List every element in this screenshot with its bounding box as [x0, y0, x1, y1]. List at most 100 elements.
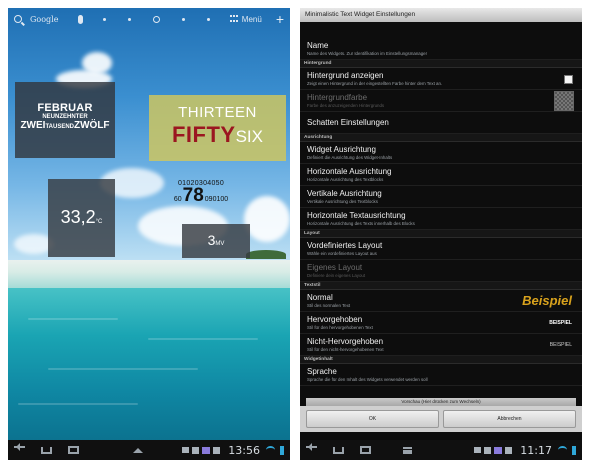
back-icon[interactable]	[306, 442, 317, 455]
system-navigation-bar: 11:17	[300, 440, 582, 460]
temperature-unit: °C	[95, 219, 103, 225]
pref-language[interactable]: Sprache Sprache die für den Inhalt des W…	[300, 364, 582, 386]
year-part: ZWEI	[20, 120, 46, 131]
pref-custom-layout[interactable]: Eigenes Layout Definiere dein eigenes La…	[300, 260, 582, 282]
pref-shadow-settings[interactable]: Schatten Einstellungen	[300, 112, 582, 134]
dialog-buttons: OK Abbrechen	[300, 406, 582, 432]
ok-button[interactable]: OK	[306, 410, 439, 428]
app-notification-icon	[202, 446, 211, 454]
seconds-widget[interactable]: 01020304050 60 78 090100	[156, 180, 246, 205]
system-navigation-bar: 13:56	[8, 440, 290, 460]
page-indicator	[103, 15, 211, 23]
temperature-value: 33,2	[60, 207, 96, 227]
mail-icon	[182, 447, 190, 453]
pref-summary: Definiere dein eigenes Layout	[307, 273, 366, 278]
pref-non-highlighted-style[interactable]: Nicht-Hervorgehoben Stil für den nicht-h…	[300, 334, 582, 356]
battery-icon	[572, 445, 576, 455]
notification-icon	[484, 446, 492, 454]
page-dot	[182, 17, 186, 21]
year-part: TAUSEND	[45, 124, 74, 130]
back-icon[interactable]	[14, 442, 25, 455]
recent-apps-icon[interactable]	[360, 446, 371, 454]
pref-title: Widget Ausrichtung	[307, 145, 376, 154]
pref-background-color[interactable]: Hintergrundfarbe Farbe des anzuzeigenden…	[300, 90, 582, 112]
minute-small: SIX	[235, 127, 263, 146]
pref-normal-style[interactable]: Normal Stil des normalen Text Beispiel	[300, 290, 582, 312]
pref-title: Horizontale Ausrichtung	[307, 167, 392, 176]
category-widget-content: Widgetinhalt	[300, 356, 582, 364]
pref-title: Vordefiniertes Layout	[307, 241, 383, 250]
island	[246, 250, 286, 259]
chevron-up-icon[interactable]	[133, 443, 143, 453]
cancel-button[interactable]: Abbrechen	[443, 410, 576, 428]
pref-title: Sprache	[307, 367, 337, 376]
clock: 13:56	[228, 443, 260, 457]
seconds-left: 60	[173, 196, 182, 203]
pref-widget-alignment[interactable]: Widget Ausrichtung Definiert die Ausrich…	[300, 142, 582, 164]
pref-summary: Zeigt einen Hintergrund in der eingestel…	[307, 81, 443, 86]
pref-title: Horizontale Textausrichtung	[307, 211, 406, 220]
date-widget[interactable]: FEBRUAR NEUNZEHNTER ZWEITAUSENDZWÖLF	[15, 82, 115, 158]
hour-text: THIRTEEN	[178, 104, 257, 121]
show-background-checkbox[interactable]	[564, 75, 573, 84]
cloud	[82, 52, 112, 74]
pref-horizontal-alignment[interactable]: Horizontale Ausrichtung Horizontale Ausr…	[300, 164, 582, 186]
settings-list: Name Name des Widgets. Zur Identifikatio…	[300, 38, 582, 386]
seconds-current: 78	[182, 185, 204, 206]
pref-vertical-alignment[interactable]: Vertikale Ausrichtung Vertikale Ausricht…	[300, 186, 582, 208]
menu-label: Menü	[241, 14, 262, 24]
pref-name[interactable]: Name Name des Widgets. Zur Identifikatio…	[300, 38, 582, 60]
page-dot	[207, 17, 211, 21]
pref-summary: Wähle ein vordefiniertes Layout aus	[307, 251, 377, 256]
pref-highlighted-style[interactable]: Hervorgehoben Stil für den hervorgehoben…	[300, 312, 582, 334]
cloud	[244, 196, 290, 242]
pref-summary: Farbe des anzuzeigenden Hintergrunds	[307, 103, 385, 108]
app-notification-icon	[494, 446, 503, 454]
status-icons[interactable]: 13:56	[182, 444, 284, 457]
battery-icon	[280, 445, 284, 455]
microphone-icon[interactable]	[78, 14, 84, 24]
category-background: Hintergrund	[300, 60, 582, 68]
non-highlighted-sample: BEISPIEL	[549, 342, 572, 348]
pref-show-background[interactable]: Hintergrund anzeigen Zeigt einen Hinterg…	[300, 68, 582, 90]
pref-title: Nicht-Hervorgehoben	[307, 337, 384, 346]
ripple	[48, 368, 198, 370]
recent-apps-icon[interactable]	[68, 446, 79, 454]
highlighted-sample: BEISPIEL	[549, 320, 572, 326]
category-text-style: Textstil	[300, 282, 582, 290]
apps-menu-button[interactable]: Menü	[229, 14, 262, 24]
download-icon	[213, 446, 221, 454]
plus-icon[interactable]: +	[276, 12, 284, 26]
clock: 11:17	[520, 443, 552, 457]
status-icons[interactable]: 11:17	[474, 444, 576, 457]
google-label: Google	[30, 14, 59, 24]
ripple	[28, 318, 118, 320]
seconds-row: 60 78 090100	[156, 185, 246, 206]
apps-grid-icon	[229, 15, 239, 23]
preview-toggle[interactable]: Vorschau (Hier drücken zum Wechseln)	[306, 398, 576, 406]
pref-summary: Vertikale Ausrichtung des Textblocks	[307, 199, 378, 204]
time-widget[interactable]: THIRTEEN FIFTYSIX	[149, 95, 286, 161]
pref-summary: Horizontale Ausrichtung des Texts innerh…	[307, 221, 415, 226]
category-layout: Layout	[300, 230, 582, 238]
voltage-unit: MV	[215, 241, 225, 247]
pref-predefined-layout[interactable]: Vordefiniertes Layout Wähle ein vordefin…	[300, 238, 582, 260]
home-icon[interactable]	[41, 446, 52, 454]
pref-summary: Horizontale Ausrichtung des Textblocks	[307, 177, 384, 182]
page-dot	[128, 17, 132, 21]
home-icon[interactable]	[333, 446, 344, 454]
wifi-icon	[266, 446, 275, 454]
pref-title: Schatten Einstellungen	[307, 118, 389, 127]
voltage-widget[interactable]: 3MV	[182, 224, 250, 258]
window-title: Minimalistic Text Widget Einstellungen	[300, 8, 582, 22]
pref-summary: Name des Widgets. Zur Identifikation im …	[307, 51, 428, 56]
google-search-button[interactable]: Google	[14, 15, 58, 24]
mail-icon	[474, 447, 482, 453]
temperature-widget[interactable]: 33,2°C	[48, 179, 115, 257]
pref-horizontal-text-alignment[interactable]: Horizontale Textausrichtung Horizontale …	[300, 208, 582, 230]
normal-sample: Beispiel	[522, 293, 572, 308]
download-icon	[505, 446, 513, 454]
color-swatch[interactable]	[554, 91, 574, 111]
menu-icon[interactable]	[403, 446, 412, 454]
pref-summary: Stil für den nicht-hervorgehobenen Text	[307, 347, 384, 352]
